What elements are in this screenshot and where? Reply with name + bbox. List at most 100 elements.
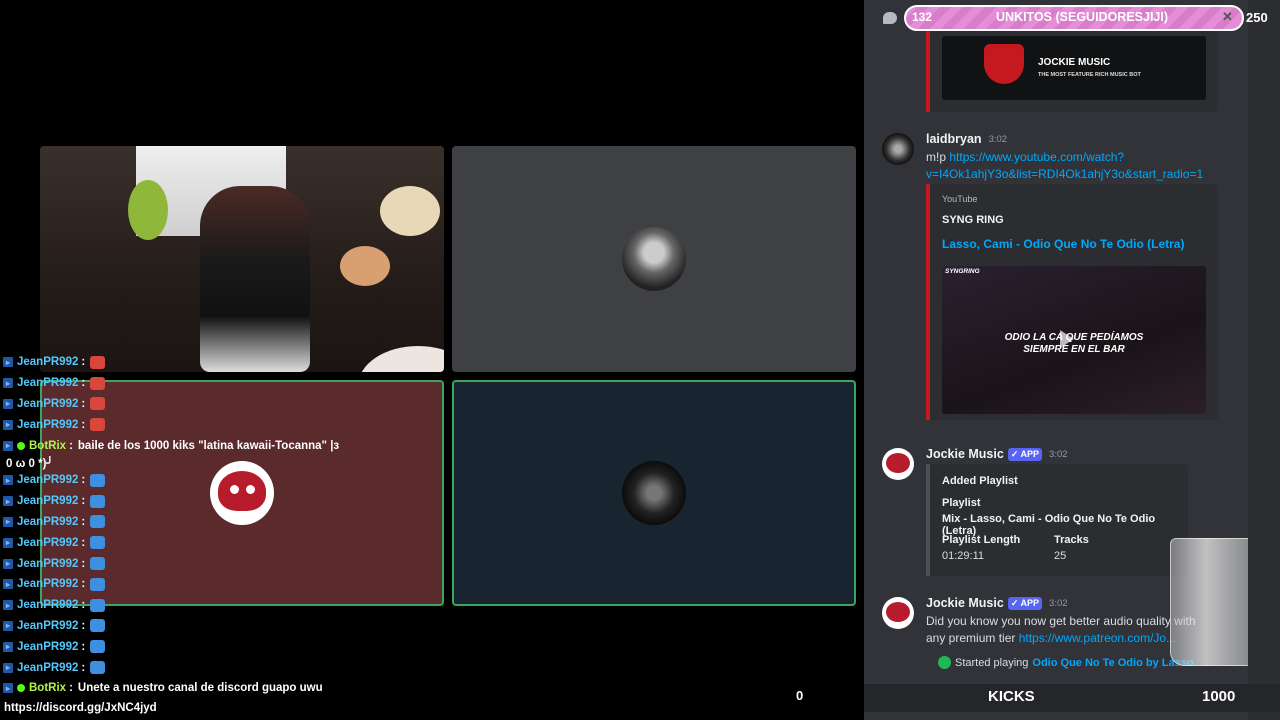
- playlist-length-label: Playlist Length: [942, 534, 1021, 546]
- chat-separator: :: [81, 578, 86, 591]
- chat-message: ▸ JeanPR992:: [0, 414, 340, 435]
- chat-separator: :: [81, 640, 86, 653]
- chat-username[interactable]: JeanPR992: [17, 419, 78, 431]
- chat-username[interactable]: JeanPR992: [17, 620, 78, 632]
- now-playing-prefix: Started playing: [955, 656, 1029, 669]
- chat-message: ▸ JeanPR992:: [0, 553, 340, 574]
- chat-username[interactable]: JeanPR992: [17, 398, 78, 410]
- message-time: 3:02: [1049, 597, 1068, 609]
- chat-message: ▸ JeanPR992:: [0, 574, 340, 595]
- chat-separator: :: [81, 515, 86, 528]
- kick-badge-icon: ▸: [3, 357, 13, 368]
- embed-heading: Added Playlist: [942, 475, 1018, 487]
- kick-badge-icon: ▸: [3, 496, 13, 507]
- chat-message: ▸ JeanPR992:: [0, 512, 340, 533]
- embed-title-link[interactable]: Lasso, Cami - Odio Que No Te Odio (Letra…: [942, 237, 1184, 251]
- chat-username[interactable]: JeanPR992: [17, 599, 78, 611]
- chat-username[interactable]: JeanPR992: [17, 662, 78, 674]
- kick-badge-icon: ▸: [3, 440, 13, 451]
- chat-username[interactable]: JeanPR992: [17, 356, 78, 368]
- close-icon[interactable]: ✕: [1222, 9, 1233, 25]
- goal-title: UNKITOS (SEGUIDORESJIJI): [996, 10, 1169, 24]
- chat-username[interactable]: JeanPR992: [17, 474, 78, 486]
- chat-username[interactable]: JeanPR992: [17, 516, 78, 528]
- message-author[interactable]: laidbryan: [926, 132, 982, 146]
- added-playlist-embed: Added Playlist Playlist Mix - Lasso, Cam…: [926, 464, 1188, 576]
- message-header-3: Jockie Music ✓ APP 3:02: [926, 596, 1068, 610]
- chat-message: ▸ JeanPR992:: [0, 352, 340, 373]
- now-playing-song[interactable]: Odio Que No Te Odio by Lasso: [1032, 657, 1193, 669]
- discord-panel: JOCKIE MUSIC THE MOST FEATURE RICH MUSIC…: [864, 0, 1280, 720]
- chat-message: ▸ JeanPR992:: [0, 491, 340, 512]
- blue-emote-icon: [90, 494, 106, 508]
- webcam-tile[interactable]: [40, 146, 444, 372]
- chat-username[interactable]: JeanPR992: [17, 377, 78, 389]
- kicks-goal-bar: KICKS 1000: [864, 684, 1280, 712]
- kick-badge-icon: ▸: [3, 419, 13, 430]
- jockie-avatar-1[interactable]: [882, 448, 914, 480]
- kick-badge-icon: ▸: [3, 398, 13, 409]
- scrollbar-gutter[interactable]: [1248, 0, 1280, 720]
- discord-messages: JOCKIE MUSIC THE MOST FEATURE RICH MUSIC…: [864, 0, 1260, 720]
- chat-separator: :: [81, 495, 86, 508]
- chat-separator: :: [81, 397, 86, 410]
- message-time: 3:02: [988, 133, 1008, 145]
- premium-text-2: any premium tier: [926, 631, 1019, 645]
- jockie-logo-icon: [984, 44, 1024, 84]
- chat-username[interactable]: JeanPR992: [17, 641, 78, 653]
- chat-message: ▸ JeanPR992:: [0, 470, 340, 491]
- chat-separator: :: [81, 557, 86, 570]
- chat-username[interactable]: BotRix: [29, 440, 66, 452]
- plush-cream: [380, 186, 440, 236]
- kick-badge-icon: ▸: [3, 475, 13, 486]
- video-thumbnail[interactable]: SYNGRING ODIO LA CA QUE PEDÍAMOS SIEMPRE…: [942, 266, 1206, 414]
- jockie-music-embed: JOCKIE MUSIC THE MOST FEATURE RICH MUSIC…: [926, 30, 1218, 112]
- chat-username[interactable]: JeanPR992: [17, 558, 78, 570]
- kicks-goal: 1000: [1202, 688, 1236, 705]
- patreon-link[interactable]: https://www.patreon.com/Jo...: [1019, 631, 1176, 645]
- message-author[interactable]: Jockie Music: [926, 447, 1004, 461]
- blue-emote-icon: [90, 557, 106, 571]
- chat-username[interactable]: JeanPR992: [17, 578, 78, 590]
- participant-avatar-1: [622, 227, 686, 291]
- kick-chat-overlay: ▸ JeanPR992: ▸ JeanPR992: ▸ JeanPR992: ▸ JeanPR…: [0, 352, 340, 699]
- youtube-link-line-1[interactable]: https://www.youtube.com/watch?: [949, 150, 1124, 164]
- thumbnail-caption: ODIO LA CA QUE PEDÍAMOS SIEMPRE EN EL BA…: [942, 332, 1206, 356]
- chat-username[interactable]: JeanPR992: [17, 495, 78, 507]
- app-badge: ✓ APP: [1007, 447, 1043, 461]
- goal-target: 250: [1246, 10, 1268, 25]
- red-emote-icon: [90, 376, 106, 390]
- participant-tile-1[interactable]: [452, 146, 856, 372]
- youtube-link-line-2[interactable]: v=I4Ok1ahjY3o&list=RDI4Ok1ahjY3o&start_r…: [926, 167, 1203, 181]
- blue-emote-icon: [90, 598, 106, 612]
- jockie-avatar-2[interactable]: [882, 597, 914, 629]
- kick-badge-icon: ▸: [3, 378, 13, 389]
- participant-tile-2[interactable]: [452, 380, 856, 606]
- chat-message: ▸ JeanPR992:: [0, 657, 340, 678]
- jockie-avatar-cap: [886, 602, 910, 622]
- discord-invite-link[interactable]: https://discord.gg/JxNC4jyd: [4, 702, 157, 714]
- red-emote-icon: [90, 418, 106, 432]
- premium-text: Did you know you now get better audio qu…: [926, 614, 1196, 628]
- streamer: [200, 186, 310, 372]
- thumbnail-caption-line-2: SIEMPRE EN EL BAR: [1023, 344, 1125, 355]
- blue-emote-icon: [90, 661, 106, 675]
- chat-username[interactable]: BotRix: [29, 682, 66, 694]
- counter-zero: 0: [796, 688, 804, 703]
- laidbryan-avatar[interactable]: [882, 133, 914, 165]
- message-author[interactable]: Jockie Music: [926, 596, 1004, 610]
- blue-emote-icon: [90, 473, 106, 487]
- chat-text: baile de los 1000 kiks "latina kawaii-To…: [77, 439, 340, 452]
- blue-emote-icon: [90, 577, 106, 591]
- goal-current: 132: [912, 10, 933, 24]
- chat-username[interactable]: JeanPR992: [17, 537, 78, 549]
- embed-author[interactable]: SYNG RING: [942, 214, 1004, 226]
- blue-emote-icon: [90, 536, 106, 550]
- chat-text-continued: 0 ω 0 *)╯: [6, 457, 54, 470]
- kick-badge-icon: ▸: [3, 516, 13, 527]
- chat-separator: :: [69, 682, 73, 695]
- kick-badge-icon: ▸: [3, 620, 13, 631]
- kicks-label: KICKS: [988, 688, 1035, 705]
- playlist-label: Playlist: [942, 497, 981, 509]
- message-header-2: Jockie Music ✓ APP 3:02: [926, 447, 1068, 461]
